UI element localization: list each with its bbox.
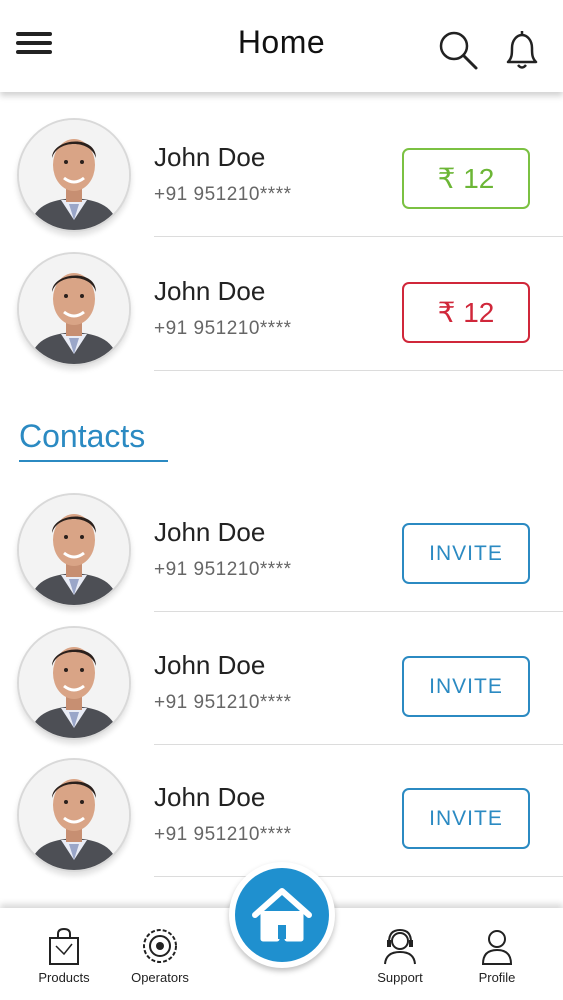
nav-profile[interactable]: Profile [452, 926, 542, 985]
bell-icon[interactable] [500, 28, 544, 72]
avatar [17, 118, 131, 232]
contact-row[interactable]: John Doe +91 951210**** INVITE [0, 479, 563, 612]
contact-phone: +91 951210**** [154, 824, 292, 845]
contact-phone: +91 951210**** [154, 318, 292, 339]
nav-operators[interactable]: Operators [115, 926, 205, 985]
shopping-bag-icon [49, 927, 79, 965]
contact-phone: +91 951210**** [154, 692, 292, 713]
amount-badge[interactable]: ₹ 12 [402, 148, 530, 209]
divider [154, 370, 563, 371]
contact-name: John Doe [154, 517, 266, 547]
invite-button[interactable]: INVITE [402, 656, 530, 717]
headset-support-icon [384, 928, 416, 965]
contact-row[interactable]: John Doe +91 951210**** INVITE [0, 612, 563, 745]
contact-name: John Doe [154, 276, 266, 306]
divider [154, 236, 563, 237]
invite-button[interactable]: INVITE [402, 788, 530, 849]
divider [154, 876, 563, 877]
avatar [17, 626, 131, 740]
contact-phone: +91 951210**** [154, 184, 292, 205]
avatar [17, 252, 131, 366]
section-underline [19, 460, 168, 462]
nav-support[interactable]: Support [355, 926, 445, 985]
amount-badge[interactable]: ₹ 12 [402, 282, 530, 343]
invite-button[interactable]: INVITE [402, 523, 530, 584]
contact-phone: +91 951210**** [154, 559, 292, 580]
nav-products[interactable]: Products [19, 926, 109, 985]
contacts-section-title: Contacts [19, 418, 146, 454]
contact-row[interactable]: John Doe +91 951210**** INVITE [0, 744, 563, 877]
avatar [17, 493, 131, 607]
list-item[interactable]: John Doe +91 951210**** ₹ 12 [0, 238, 563, 371]
app-header: Home [0, 0, 563, 92]
operators-gear-icon [143, 929, 177, 963]
nav-label: Support [377, 970, 423, 985]
nav-label: Operators [131, 970, 189, 985]
contact-name: John Doe [154, 142, 266, 172]
profile-user-icon [481, 930, 513, 965]
search-icon[interactable] [436, 28, 480, 72]
contact-name: John Doe [154, 650, 266, 680]
avatar [17, 758, 131, 872]
contact-name: John Doe [154, 782, 266, 812]
nav-label: Products [38, 970, 90, 985]
home-button[interactable] [229, 862, 335, 968]
home-icon [252, 888, 312, 942]
nav-label: Profile [478, 970, 516, 985]
home-button-circle [235, 868, 329, 962]
list-item[interactable]: John Doe +91 951210**** ₹ 12 [0, 104, 563, 237]
